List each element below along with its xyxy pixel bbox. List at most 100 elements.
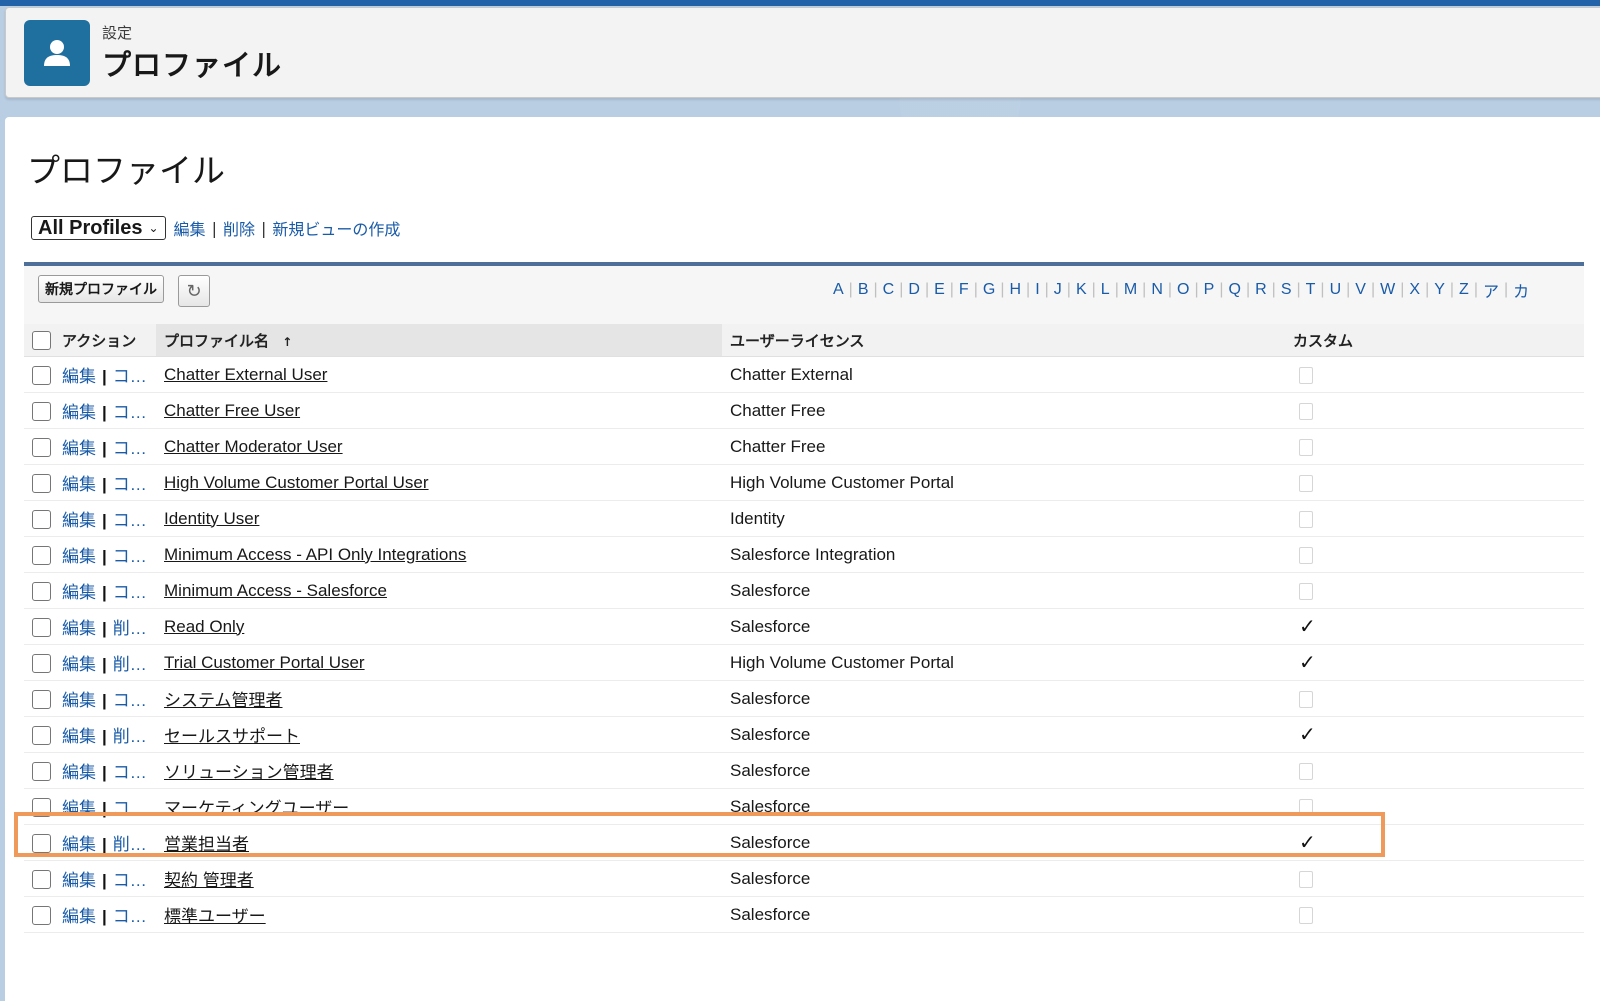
view-edit-link[interactable]: 編集 [174, 216, 206, 240]
alphabet-letter-link[interactable]: U [1325, 281, 1347, 299]
row-edit-link[interactable]: 編集 [62, 439, 96, 458]
row-checkbox[interactable] [32, 761, 51, 781]
view-create-link[interactable]: 新規ビューの作成 [272, 216, 400, 240]
row-secondary-action-link[interactable]: 削… [113, 619, 147, 638]
row-checkbox[interactable] [32, 473, 51, 493]
alphabet-letter-link[interactable]: S [1276, 281, 1297, 299]
row-checkbox[interactable] [32, 581, 51, 601]
row-checkbox[interactable] [32, 401, 51, 421]
row-edit-link[interactable]: 編集 [62, 835, 96, 854]
row-secondary-action-link[interactable]: コ… [113, 403, 147, 422]
profile-name-link[interactable]: Identity User [164, 509, 259, 528]
profile-name-link[interactable]: 契約 管理者 [164, 871, 254, 890]
row-secondary-action-link[interactable]: コ… [113, 439, 147, 458]
row-secondary-action-link[interactable]: コ… [113, 691, 147, 710]
row-secondary-action-link[interactable]: コ… [113, 547, 147, 566]
row-secondary-action-link[interactable]: コ… [113, 367, 147, 386]
alphabet-letter-link[interactable]: N [1146, 281, 1168, 299]
row-checkbox[interactable] [32, 833, 51, 853]
column-header-license[interactable]: ユーザーライセンス [722, 324, 1285, 357]
row-secondary-action-link[interactable]: コ… [113, 511, 147, 530]
row-checkbox[interactable] [32, 797, 51, 817]
row-edit-link[interactable]: 編集 [62, 763, 96, 782]
profile-name-link[interactable]: セールスサポート [164, 727, 300, 746]
row-edit-link[interactable]: 編集 [62, 547, 96, 566]
alphabet-letter-link[interactable]: P [1199, 281, 1220, 299]
row-edit-link[interactable]: 編集 [62, 907, 96, 926]
profile-name-link[interactable]: Minimum Access - Salesforce [164, 581, 387, 600]
alphabet-letter-link[interactable]: W [1375, 281, 1400, 299]
alphabet-letter-link[interactable]: F [954, 281, 974, 299]
profile-name-link[interactable]: Chatter Moderator User [164, 437, 343, 456]
alphabet-letter-link[interactable]: L [1096, 281, 1115, 299]
profile-name-link[interactable]: 標準ユーザー [164, 907, 266, 926]
alphabet-letter-link[interactable]: E [929, 281, 950, 299]
view-select[interactable]: All Profiles ⌄ [31, 216, 166, 240]
row-edit-link[interactable]: 編集 [62, 583, 96, 602]
row-secondary-action-link[interactable]: 削… [113, 655, 147, 674]
profile-name-link[interactable]: Trial Customer Portal User [164, 653, 365, 672]
alphabet-letter-link[interactable]: Z [1454, 281, 1474, 299]
profile-name-link[interactable]: Minimum Access - API Only Integrations [164, 545, 466, 564]
profile-name-link[interactable]: 営業担当者 [164, 835, 249, 854]
row-edit-link[interactable]: 編集 [62, 475, 96, 494]
alphabet-letter-link[interactable]: K [1071, 281, 1092, 299]
row-secondary-action-link[interactable]: 削… [113, 727, 147, 746]
profile-name-link[interactable]: Read Only [164, 617, 244, 636]
profile-name-link[interactable]: マーケティングユーザー [164, 799, 349, 818]
view-delete-link[interactable]: 削除 [223, 216, 255, 240]
profile-name-link[interactable]: システム管理者 [164, 691, 283, 710]
row-edit-link[interactable]: 編集 [62, 511, 96, 530]
row-secondary-action-link[interactable]: コ… [113, 799, 147, 818]
row-checkbox[interactable] [32, 869, 51, 889]
row-edit-link[interactable]: 編集 [62, 619, 96, 638]
row-edit-link[interactable]: 編集 [62, 799, 96, 818]
alphabet-letter-link[interactable]: Y [1429, 281, 1450, 299]
column-header-name[interactable]: プロファイル名 ↑ [156, 324, 722, 357]
row-checkbox[interactable] [32, 653, 51, 673]
row-edit-link[interactable]: 編集 [62, 871, 96, 890]
alphabet-letter-link[interactable]: R [1250, 281, 1272, 299]
row-checkbox[interactable] [32, 545, 51, 565]
alphabet-letter-link[interactable]: J [1049, 281, 1067, 299]
row-secondary-action-link[interactable]: コ… [113, 871, 147, 890]
alphabet-letter-link[interactable]: C [878, 281, 900, 299]
alphabet-letter-link[interactable]: G [978, 281, 1000, 299]
alphabet-letter-link[interactable]: カ [1508, 278, 1534, 302]
row-checkbox[interactable] [32, 905, 51, 925]
row-checkbox[interactable] [32, 725, 51, 745]
alphabet-letter-link[interactable]: ア [1478, 278, 1504, 302]
column-header-custom[interactable]: カスタム [1285, 324, 1584, 357]
row-secondary-action-link[interactable]: コ… [113, 907, 147, 926]
row-checkbox[interactable] [32, 365, 51, 385]
alphabet-letter-link[interactable]: I [1030, 281, 1044, 299]
alphabet-letter-link[interactable]: Q [1223, 281, 1245, 299]
alphabet-letter-link[interactable]: H [1004, 281, 1026, 299]
new-profile-button[interactable]: 新規プロファイル [38, 275, 164, 303]
alphabet-letter-link[interactable]: O [1172, 281, 1194, 299]
row-secondary-action-link[interactable]: 削… [113, 835, 147, 854]
alphabet-letter-link[interactable]: A [828, 281, 849, 299]
alphabet-letter-link[interactable]: V [1350, 281, 1371, 299]
row-edit-link[interactable]: 編集 [62, 727, 96, 746]
alphabet-letter-link[interactable]: M [1119, 281, 1142, 299]
profile-name-link[interactable]: Chatter Free User [164, 401, 300, 420]
profile-name-link[interactable]: High Volume Customer Portal User [164, 473, 429, 492]
row-checkbox[interactable] [32, 437, 51, 457]
row-checkbox[interactable] [32, 617, 51, 637]
row-edit-link[interactable]: 編集 [62, 367, 96, 386]
select-all-checkbox[interactable] [32, 330, 51, 350]
profile-name-link[interactable]: Chatter External User [164, 365, 327, 384]
row-secondary-action-link[interactable]: コ… [113, 583, 147, 602]
profile-name-link[interactable]: ソリューション管理者 [164, 763, 334, 782]
row-secondary-action-link[interactable]: コ… [113, 763, 147, 782]
row-secondary-action-link[interactable]: コ… [113, 475, 147, 494]
row-checkbox[interactable] [32, 509, 51, 529]
row-checkbox[interactable] [32, 689, 51, 709]
alphabet-letter-link[interactable]: T [1301, 281, 1321, 299]
alphabet-letter-link[interactable]: D [903, 281, 925, 299]
row-edit-link[interactable]: 編集 [62, 691, 96, 710]
row-edit-link[interactable]: 編集 [62, 403, 96, 422]
refresh-icon[interactable]: ↻ [178, 275, 210, 307]
row-edit-link[interactable]: 編集 [62, 655, 96, 674]
